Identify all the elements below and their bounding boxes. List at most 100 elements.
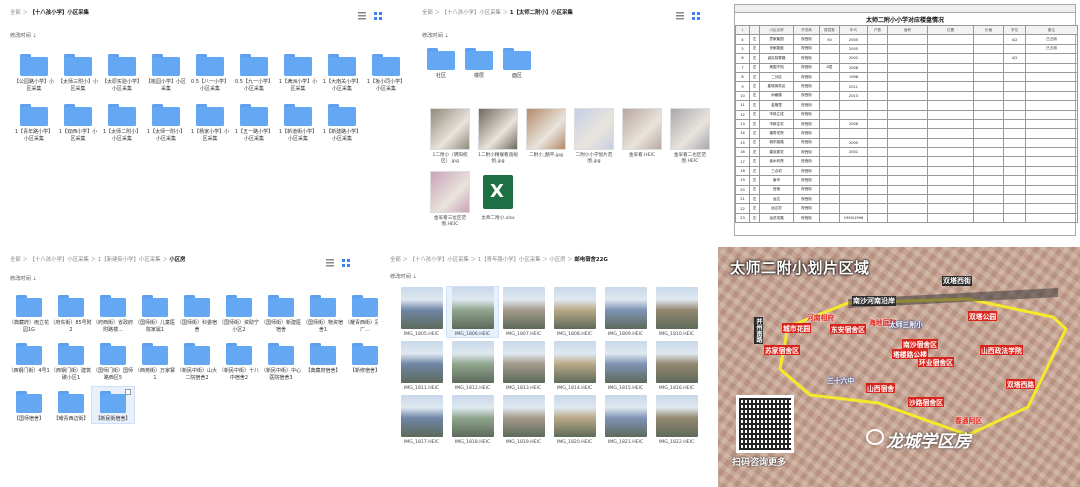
table-cell[interactable]: [1025, 137, 1078, 149]
table-cell[interactable]: 左: [749, 53, 760, 64]
table-cell[interactable]: [1003, 184, 1026, 196]
table-cell[interactable]: [749, 24, 760, 36]
table-cell[interactable]: [927, 100, 974, 111]
table-cell[interactable]: [867, 165, 888, 177]
table-cell[interactable]: [1025, 109, 1078, 120]
table-cell[interactable]: [1003, 100, 1026, 111]
table-cell[interactable]: 市政住宅: [759, 118, 794, 130]
table-cell[interactable]: 2006: [839, 118, 868, 130]
sort-by-modified-button[interactable]: 修改时间 ⇣: [422, 32, 449, 39]
table-cell[interactable]: [1003, 62, 1026, 73]
table-cell[interactable]: [973, 43, 1004, 55]
table-cell[interactable]: 左: [749, 212, 760, 224]
table-cell[interactable]: 福寿宅院: [759, 128, 794, 139]
table-cell[interactable]: [867, 184, 888, 196]
grid-view-icon[interactable]: [692, 12, 700, 20]
table-cell[interactable]: 三合宅: [759, 165, 794, 177]
table-cell[interactable]: [839, 165, 868, 177]
table-cell[interactable]: [887, 212, 928, 224]
folder-item[interactable]: 【桃园小学】小区采集: [144, 50, 188, 92]
table-cell[interactable]: 13: [735, 118, 750, 130]
table-cell[interactable]: [839, 109, 868, 120]
table-cell[interactable]: 15: [735, 137, 750, 149]
table-cell[interactable]: [973, 53, 1004, 64]
grid-view-icon[interactable]: [342, 259, 350, 267]
list-view-icon[interactable]: [676, 12, 684, 20]
table-cell[interactable]: [887, 109, 928, 120]
folder-item[interactable]: （国师街）资助宁小区2: [218, 291, 260, 333]
table-cell[interactable]: [839, 203, 868, 214]
table-cell[interactable]: [867, 175, 888, 186]
table-cell[interactable]: [887, 147, 928, 158]
table-cell[interactable]: [887, 118, 928, 130]
table-cell[interactable]: 美国不知: [759, 62, 794, 73]
table-cell[interactable]: 备注: [1025, 24, 1078, 36]
table-cell[interactable]: [887, 175, 928, 186]
table-cell[interactable]: [819, 53, 840, 64]
table-cell[interactable]: [867, 156, 888, 167]
table-cell[interactable]: 2005: [839, 34, 868, 45]
table-cell[interactable]: 左: [749, 137, 760, 149]
folder-item[interactable]: 1【太师二附小】小区采集: [100, 100, 144, 142]
table-cell[interactable]: 10: [735, 90, 750, 102]
table-cell[interactable]: [927, 175, 974, 186]
table-cell[interactable]: [887, 90, 928, 102]
folder-item[interactable]: 【公园路小学】小区采集: [12, 50, 56, 92]
table-cell[interactable]: [887, 34, 928, 45]
folder-item[interactable]: 【新民街宿舍】: [91, 386, 135, 424]
table-cell[interactable]: 位置: [927, 24, 974, 36]
table-cell[interactable]: [1025, 194, 1078, 205]
table-cell[interactable]: [1003, 118, 1026, 130]
folder-item[interactable]: （典藏府）雨立花园1G: [8, 291, 50, 333]
table-cell[interactable]: 市场立成: [759, 109, 794, 120]
table-cell[interactable]: [867, 62, 888, 73]
folder-item[interactable]: 1【新道街小学】小区采集: [276, 100, 320, 142]
table-cell[interactable]: [1003, 203, 1026, 214]
table-cell[interactable]: [887, 100, 928, 111]
table-cell[interactable]: [887, 62, 928, 73]
table-cell[interactable]: 府西街: [793, 62, 820, 73]
table-cell[interactable]: 4/2: [1003, 34, 1026, 45]
sort-by-modified-button[interactable]: 修改时间 ⇣: [390, 273, 417, 280]
table-cell[interactable]: 府西街: [793, 137, 820, 149]
table-cell[interactable]: 17: [735, 156, 750, 167]
table-cell[interactable]: [1025, 128, 1078, 139]
table-cell[interactable]: 已占用: [1025, 43, 1078, 55]
table-cell[interactable]: [819, 156, 840, 167]
table-cell[interactable]: 16: [735, 147, 750, 158]
table-cell[interactable]: 府西街: [793, 194, 820, 205]
file-item[interactable]: 金军看.HEIC: [618, 108, 666, 165]
table-cell[interactable]: 8层: [819, 62, 840, 73]
table-cell[interactable]: 左: [749, 109, 760, 120]
table-cell[interactable]: 2001: [839, 147, 868, 158]
table-cell[interactable]: [887, 81, 928, 92]
table-cell[interactable]: [867, 100, 888, 111]
table-cell[interactable]: [839, 184, 868, 196]
file-item[interactable]: 1二附小（明阳校区）.jpg: [426, 108, 474, 165]
table-cell[interactable]: [839, 156, 868, 167]
table-cell[interactable]: 府西街: [793, 165, 820, 177]
folder-item[interactable]: 【国师宿舍】: [8, 387, 50, 423]
photo-item[interactable]: IMG_1814.HEIC: [549, 341, 600, 391]
table-cell[interactable]: 6: [735, 53, 750, 64]
table-cell[interactable]: [867, 203, 888, 214]
folder-item[interactable]: （新民中街）十八中宿舍2: [218, 339, 260, 381]
photo-item[interactable]: IMG_1806.HEIC: [446, 286, 499, 338]
table-cell[interactable]: 府西街: [793, 128, 820, 139]
table-cell[interactable]: [867, 147, 888, 158]
table-cell[interactable]: [973, 100, 1004, 111]
table-cell[interactable]: [887, 137, 928, 149]
table-cell[interactable]: 2013: [839, 90, 868, 102]
breadcrumb-root[interactable]: 全部: [10, 257, 21, 263]
table-cell[interactable]: [887, 184, 928, 196]
table-cell[interactable]: [927, 118, 974, 130]
folder-item[interactable]: （西钢门街）4号1: [8, 339, 50, 381]
breadcrumb-level-3[interactable]: 小区房: [549, 257, 565, 263]
table-cell[interactable]: 府西街: [793, 212, 820, 224]
folder-item[interactable]: 1【太师一附小】小区采集: [144, 100, 188, 142]
table-cell[interactable]: [819, 90, 840, 102]
table-cell[interactable]: 左: [749, 203, 760, 214]
table-cell[interactable]: [887, 71, 928, 83]
photo-item[interactable]: IMG_1816.HEIC: [651, 341, 702, 391]
table-cell[interactable]: 运达: [759, 194, 794, 205]
